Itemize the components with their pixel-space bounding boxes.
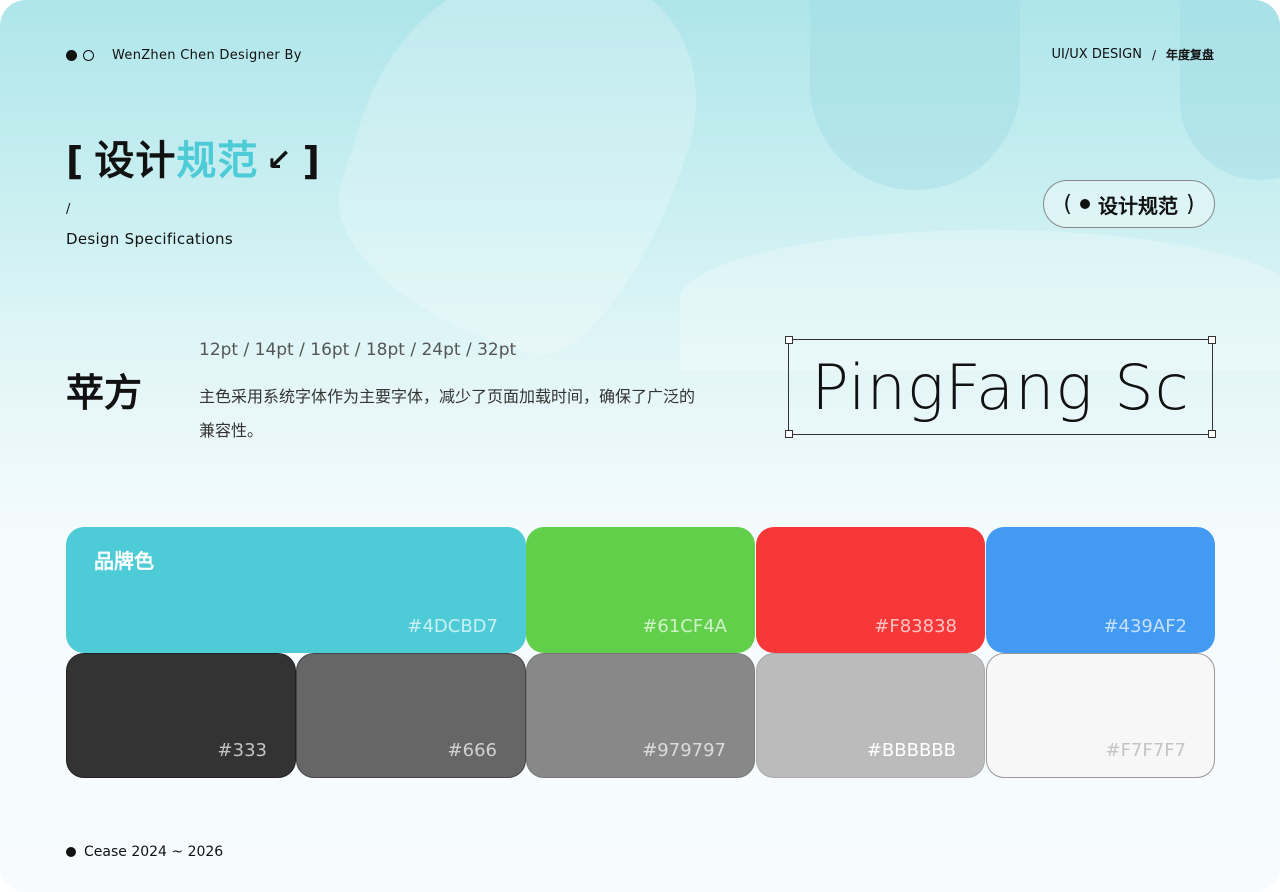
- swatch-hex: #4DCBD7: [407, 616, 498, 637]
- swatch-hex: #439AF2: [1103, 616, 1187, 637]
- swatch-red[interactable]: #F83838: [756, 527, 985, 653]
- page-subtitle: Design Specifications: [66, 230, 233, 248]
- swatch-blue[interactable]: #439AF2: [986, 527, 1215, 653]
- footer: Cease 2024 ~ 2026: [66, 844, 223, 860]
- resize-handle[interactable]: [1208, 430, 1216, 438]
- swatch-hex: #BBBBBB: [866, 740, 956, 761]
- bullet-dot-icon: [1080, 199, 1090, 209]
- header-section: UI/UX DESIGN / 年度复盘: [1052, 46, 1214, 63]
- separator: /: [1151, 47, 1156, 62]
- font-name: 苹方: [66, 371, 143, 415]
- design-spec-page: WenZhen Chen Designer By UI/UX DESIGN / …: [0, 0, 1280, 892]
- bg-shape: [810, 0, 1020, 190]
- pill-close-paren: ): [1186, 191, 1195, 217]
- swatch-gray-f7f7f7[interactable]: #F7F7F7: [986, 653, 1215, 778]
- header-designer: WenZhen Chen Designer By: [66, 48, 302, 63]
- resize-handle[interactable]: [785, 336, 793, 344]
- font-sample-text: PingFang Sc: [811, 351, 1190, 424]
- swatch-hex: #F7F7F7: [1105, 740, 1187, 761]
- brand-color-label: 品牌色: [94, 549, 154, 573]
- swatch-hex: #F83838: [874, 616, 957, 637]
- section-label: UI/UX DESIGN: [1051, 47, 1142, 62]
- swatch-hex: #666: [447, 740, 497, 761]
- swatch-hex: #333: [217, 740, 267, 761]
- year-review-label: 年度复盘: [1165, 48, 1214, 62]
- font-sample-box[interactable]: PingFang Sc: [785, 336, 1216, 438]
- arrow-down-left-icon: ↙: [266, 143, 293, 178]
- swatch-gray-bbbbbb[interactable]: #BBBBBB: [756, 653, 985, 778]
- bg-shape: [309, 0, 731, 381]
- designer-credit: WenZhen Chen Designer By: [112, 48, 302, 63]
- filled-dot-icon: [66, 50, 77, 61]
- footer-text: Cease 2024 ~ 2026: [84, 844, 224, 860]
- resize-handle[interactable]: [1208, 336, 1216, 344]
- pill-open-paren: (: [1063, 191, 1072, 217]
- swatch-brand[interactable]: 品牌色 #4DCBD7: [66, 527, 526, 653]
- swatch-gray-666[interactable]: #666: [296, 653, 526, 778]
- title-plain: 设计: [94, 138, 177, 184]
- swatch-gray-979797[interactable]: #979797: [526, 653, 755, 778]
- font-description: 主色采用系统字体作为主要字体，减少了页面加载时间，确保了广泛的兼容性。: [199, 387, 696, 440]
- open-dot-icon: [83, 50, 94, 61]
- swatch-hex: #979797: [642, 740, 726, 761]
- filled-dot-icon: [66, 847, 76, 857]
- resize-handle[interactable]: [785, 430, 793, 438]
- page-title: [ 设计 规范 ↙ ]: [66, 138, 321, 184]
- close-bracket: ]: [302, 139, 321, 183]
- swatch-green[interactable]: #61CF4A: [526, 527, 755, 653]
- swatch-hex: #61CF4A: [642, 616, 727, 637]
- title-slash: /: [66, 202, 71, 217]
- swatch-gray-333[interactable]: #333: [66, 653, 296, 778]
- title-accent: 规范: [176, 138, 259, 184]
- open-bracket: [: [66, 139, 85, 183]
- bg-shape: [1180, 0, 1280, 180]
- pill-label: 设计规范: [1098, 193, 1178, 218]
- font-sizes: 12pt / 14pt / 16pt / 18pt / 24pt / 32pt: [199, 340, 517, 360]
- section-pill: ( 设计规范 ): [1043, 180, 1215, 228]
